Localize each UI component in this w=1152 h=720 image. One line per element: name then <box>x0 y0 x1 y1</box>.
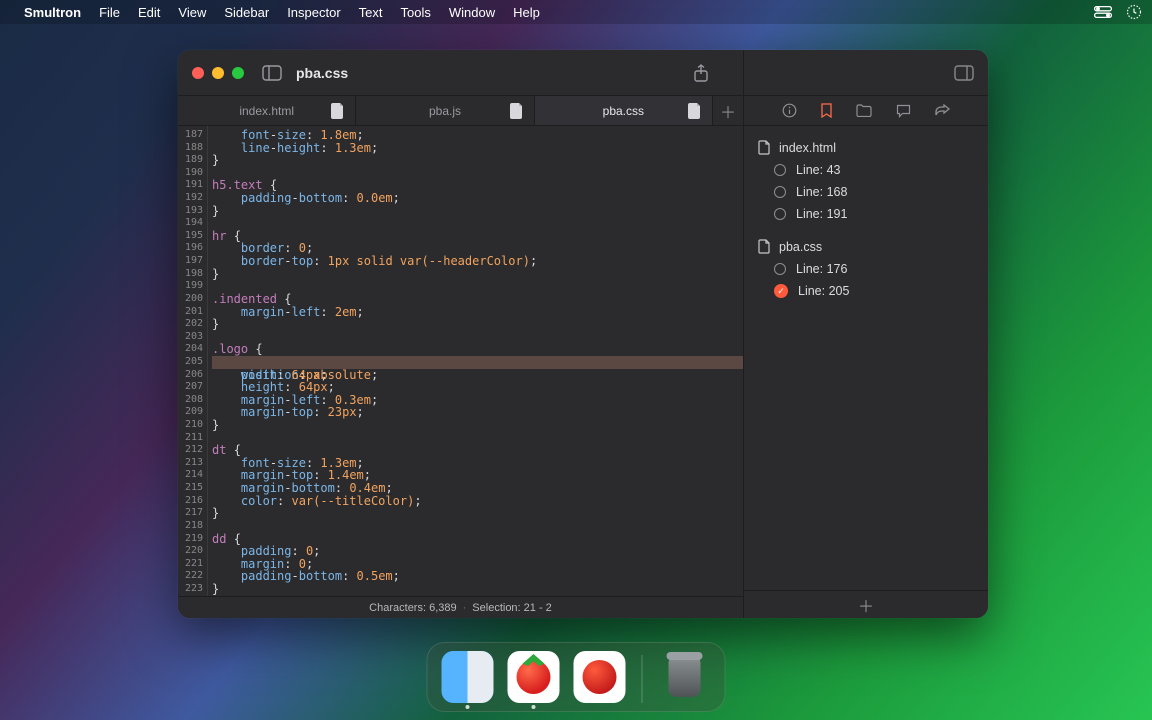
bookmark-circle-icon <box>774 186 786 198</box>
menu-view[interactable]: View <box>178 5 206 20</box>
sidebar-bookmark[interactable]: Line: 205 <box>752 280 980 302</box>
sidebar-toggle-icon[interactable] <box>262 65 282 81</box>
bookmark-circle-icon <box>774 208 786 220</box>
bookmark-circle-icon <box>774 164 786 176</box>
sidebar-bookmark-label: Line: 205 <box>798 284 849 298</box>
dock-trash[interactable] <box>659 651 711 703</box>
menu-sidebar[interactable]: Sidebar <box>224 5 269 20</box>
status-chars-label: Characters: <box>369 602 426 614</box>
sidebar-add-button[interactable]: ＋ <box>744 590 988 618</box>
menu-help[interactable]: Help <box>513 5 540 20</box>
tab-label: pba.css <box>603 104 644 118</box>
dock-separator <box>642 655 643 703</box>
code-content[interactable]: font-size: 1.8em; line-height: 1.3em;}h5… <box>208 126 743 596</box>
menu-tools[interactable]: Tools <box>401 5 431 20</box>
sidebar-body: index.html Line: 43 Line: 168 Line: 191 pba.… <box>744 126 988 590</box>
app-window: pba.css index.html pba.js <box>178 50 988 618</box>
comment-icon[interactable] <box>896 104 911 118</box>
minimize-button[interactable] <box>212 67 224 79</box>
editor-pane: index.html pba.js pba.css ＋ 187188189190… <box>178 96 744 618</box>
share-icon[interactable] <box>693 64 709 82</box>
menu-edit[interactable]: Edit <box>138 5 160 20</box>
close-button[interactable] <box>192 67 204 79</box>
sidebar-toolbar <box>744 96 988 126</box>
tab-label: pba.js <box>429 104 461 118</box>
sidebar-pane: index.html Line: 43 Line: 168 Line: 191 pba.… <box>744 96 988 618</box>
status-sel-value: 21 - 2 <box>524 602 552 614</box>
sidebar-bookmark[interactable]: Line: 176 <box>752 258 980 280</box>
sidebar-bookmark-label: Line: 43 <box>796 163 840 177</box>
dock-app[interactable] <box>574 651 626 703</box>
zoom-button[interactable] <box>232 67 244 79</box>
status-bar: Characters: 6,389 · Selection: 21 - 2 <box>178 596 743 618</box>
code-editor[interactable]: 1871881891901911921931941951961971981992… <box>178 126 743 596</box>
bookmark-circle-icon <box>774 263 786 275</box>
tab-bar: index.html pba.js pba.css ＋ <box>178 96 743 126</box>
forward-icon[interactable] <box>935 104 950 117</box>
sidebar-file-name: pba.css <box>779 240 822 254</box>
sidebar-file[interactable]: pba.css <box>752 235 980 258</box>
clock-icon[interactable] <box>1126 4 1142 20</box>
bookmark-icon[interactable] <box>821 103 832 118</box>
info-icon[interactable] <box>782 103 797 118</box>
document-icon <box>510 103 524 119</box>
status-sel-label: Selection: <box>472 602 520 614</box>
menu-file[interactable]: File <box>99 5 120 20</box>
sidebar-file[interactable]: index.html <box>752 136 980 159</box>
menu-text[interactable]: Text <box>359 5 383 20</box>
sidebar-bookmark-label: Line: 176 <box>796 262 847 276</box>
menu-inspector[interactable]: Inspector <box>287 5 340 20</box>
titlebar[interactable]: pba.css <box>178 50 988 96</box>
menu-bar: Smultron File Edit View Sidebar Inspecto… <box>0 0 1152 24</box>
app-menu[interactable]: Smultron <box>24 5 81 20</box>
sidebar-bookmark[interactable]: Line: 168 <box>752 181 980 203</box>
sidebar-file-name: index.html <box>779 141 836 155</box>
control-center-icon[interactable] <box>1094 6 1112 18</box>
tab-pba-js[interactable]: pba.js <box>356 96 534 125</box>
folder-icon[interactable] <box>856 104 872 117</box>
document-icon <box>331 103 345 119</box>
right-sidebar-toggle-icon[interactable] <box>954 65 974 81</box>
sidebar-bookmark[interactable]: Line: 191 <box>752 203 980 225</box>
menu-window[interactable]: Window <box>449 5 495 20</box>
sidebar-bookmark[interactable]: Line: 43 <box>752 159 980 181</box>
bookmark-active-icon <box>774 284 788 298</box>
tab-pba-css[interactable]: pba.css <box>535 96 713 125</box>
sidebar-bookmark-label: Line: 191 <box>796 207 847 221</box>
dock-smultron[interactable] <box>508 651 560 703</box>
status-chars-value: 6,389 <box>429 602 457 614</box>
tab-label: index.html <box>239 104 294 118</box>
line-gutter: 1871881891901911921931941951961971981992… <box>178 126 208 596</box>
tab-index-html[interactable]: index.html <box>178 96 356 125</box>
document-title: pba.css <box>296 65 348 81</box>
dock <box>427 642 726 712</box>
new-tab-button[interactable]: ＋ <box>713 96 743 125</box>
document-icon <box>688 103 702 119</box>
dock-finder[interactable] <box>442 651 494 703</box>
traffic-lights <box>192 67 244 79</box>
sidebar-bookmark-label: Line: 168 <box>796 185 847 199</box>
